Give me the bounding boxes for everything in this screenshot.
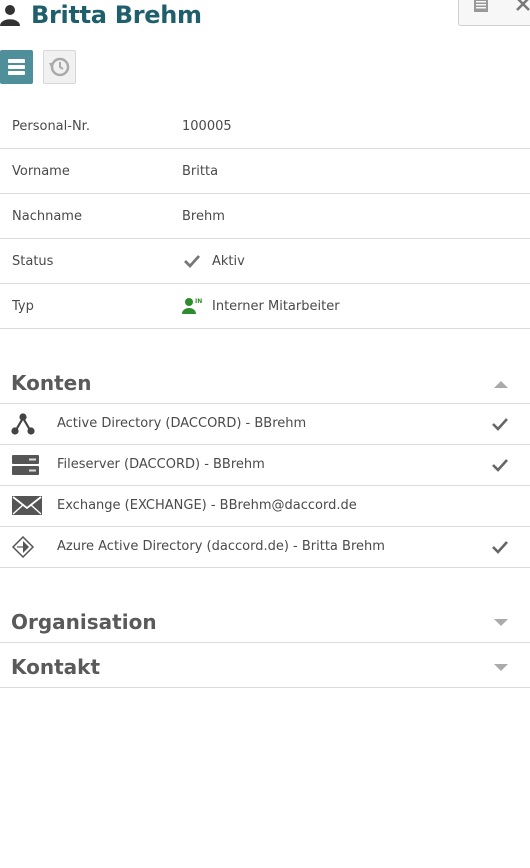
list-view-button[interactable] xyxy=(0,50,33,84)
field-label: Nachname xyxy=(12,209,82,224)
checkmark-icon xyxy=(492,541,508,554)
directory-tree-icon xyxy=(11,413,35,435)
field-value: Britta xyxy=(182,164,219,179)
section-organisation-header[interactable]: Organisation xyxy=(0,602,530,643)
page-title: Britta Brehm xyxy=(31,1,202,29)
account-row[interactable]: Exchange (EXCHANGE) - BBrehm@daccord.de xyxy=(0,486,530,527)
envelope-icon xyxy=(12,496,42,515)
svg-text:IN: IN xyxy=(195,298,202,305)
checkmark-icon xyxy=(492,418,508,431)
close-icon xyxy=(516,0,530,11)
server-icon xyxy=(12,455,39,475)
history-icon xyxy=(49,57,70,77)
header: Britta Brehm xyxy=(0,0,530,40)
document-button[interactable] xyxy=(458,0,504,26)
chevron-down-icon xyxy=(494,664,508,671)
user-icon xyxy=(0,5,20,26)
close-button[interactable] xyxy=(503,0,530,26)
field-value: Aktiv xyxy=(212,254,245,269)
chevron-down-icon xyxy=(494,619,508,626)
account-row[interactable]: Active Directory (DACCORD) - BBrehm xyxy=(0,404,530,445)
section-konten-header[interactable]: Konten xyxy=(0,363,530,404)
account-label: Exchange (EXCHANGE) - BBrehm@daccord.de xyxy=(57,498,357,513)
account-label: Azure Active Directory (daccord.de) - Br… xyxy=(57,539,385,554)
section-title: Konten xyxy=(11,371,92,395)
section-title: Organisation xyxy=(11,610,157,634)
field-row-nachname: Nachname Brehm xyxy=(0,194,530,239)
account-label: Active Directory (DACCORD) - BBrehm xyxy=(57,416,307,431)
field-row-personal-nr: Personal-Nr. 100005 xyxy=(0,104,530,149)
field-row-typ: Typ IN Interner Mitarbeiter xyxy=(0,284,530,329)
section-title: Kontakt xyxy=(11,655,101,679)
field-label: Personal-Nr. xyxy=(12,119,90,134)
history-button[interactable] xyxy=(43,50,76,84)
chevron-up-icon xyxy=(494,381,508,388)
field-row-vorname: Vorname Britta xyxy=(0,149,530,194)
section-kontakt-header[interactable]: Kontakt xyxy=(0,647,530,688)
field-label: Typ xyxy=(12,299,34,314)
field-label: Status xyxy=(12,254,54,269)
account-row[interactable]: Fileserver (DACCORD) - BBrehm xyxy=(0,445,530,486)
checkmark-icon xyxy=(184,255,201,269)
person-fields: Personal-Nr. 100005 Vorname Britta Nachn… xyxy=(0,104,530,329)
accounts-list: Active Directory (DACCORD) - BBrehm File… xyxy=(0,404,530,568)
field-value: 100005 xyxy=(182,119,232,134)
list-icon xyxy=(8,59,25,75)
account-row[interactable]: Azure Active Directory (daccord.de) - Br… xyxy=(0,527,530,568)
field-value: Brehm xyxy=(182,209,225,224)
azure-icon xyxy=(11,536,35,558)
field-label: Vorname xyxy=(12,164,70,179)
view-toolbar xyxy=(0,50,200,84)
account-label: Fileserver (DACCORD) - BBrehm xyxy=(57,457,265,472)
field-row-status: Status Aktiv xyxy=(0,239,530,284)
document-icon xyxy=(474,0,488,12)
checkmark-icon xyxy=(492,459,508,472)
field-value: Interner Mitarbeiter xyxy=(212,299,340,314)
internal-employee-icon: IN xyxy=(182,298,202,314)
